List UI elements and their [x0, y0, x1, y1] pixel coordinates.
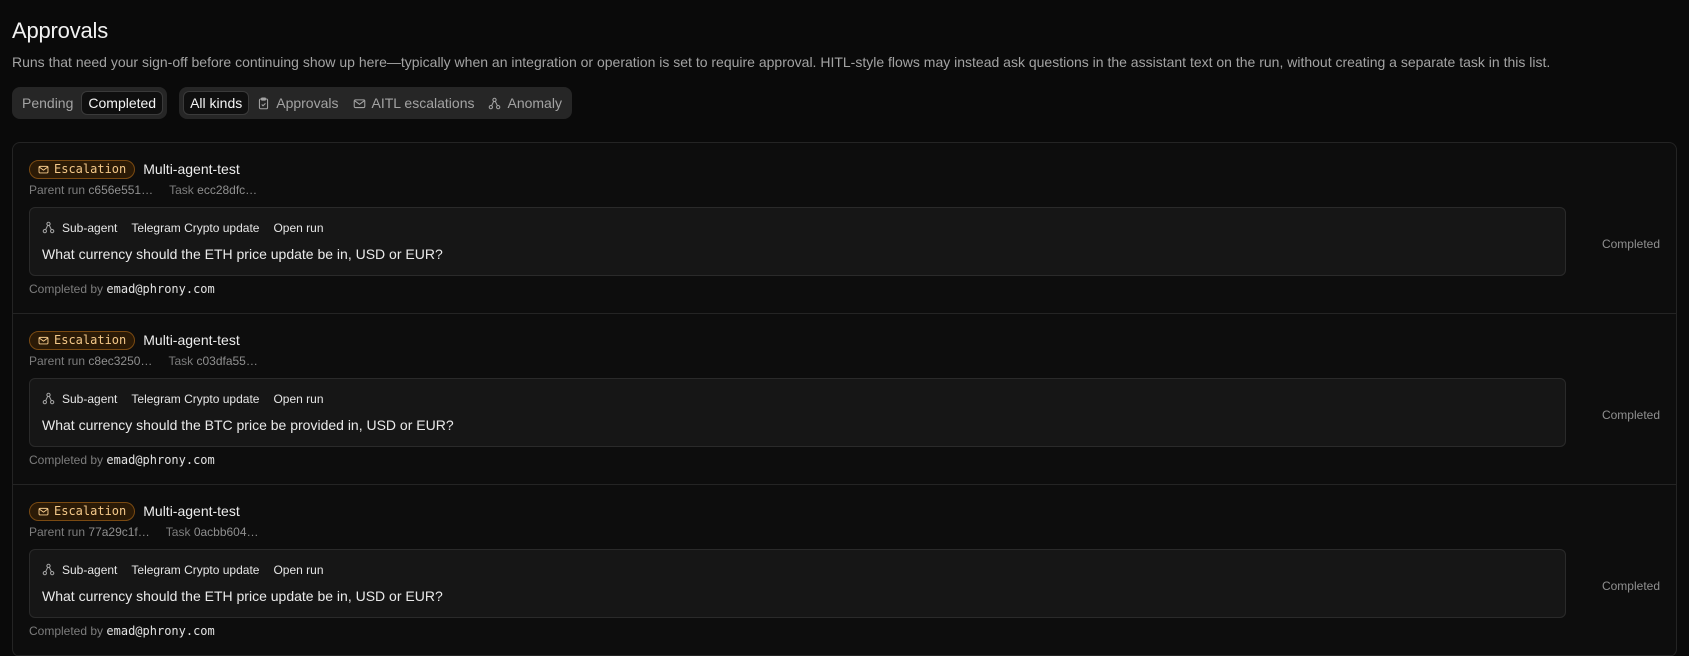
badge-label: Escalation [54, 333, 127, 347]
list-item: Escalation Multi-agent-test Parent run 7… [13, 485, 1676, 656]
item-header: Escalation Multi-agent-test [29, 159, 1566, 179]
status-text: Completed [1601, 579, 1660, 593]
completed-by: Completed by emad@phrony.com [29, 282, 1566, 296]
escalation-badge: Escalation [29, 159, 136, 179]
workflow-name: Multi-agent-test [143, 503, 240, 519]
parent-run-id: 77a29c1f… [88, 525, 150, 539]
card-header: Sub-agent Telegram Crypto update Open ru… [42, 219, 1553, 236]
sub-agent-label: Sub-agent [62, 391, 118, 406]
card-header: Sub-agent Telegram Crypto update Open ru… [42, 561, 1553, 578]
completed-by-user: emad@phrony.com [106, 624, 215, 638]
status-text: Completed [1601, 408, 1660, 422]
sub-agent-tag: Sub-agent [42, 392, 117, 406]
completed-by-label: Completed by [29, 624, 104, 638]
task-id: Task 0acbb604… [166, 525, 259, 541]
parent-run: Parent run c8ec3250… [29, 354, 152, 370]
task-id: Task ecc28dfc… [169, 183, 257, 199]
item-header: Escalation Multi-agent-test [29, 330, 1566, 350]
sub-agent-tag: Sub-agent [42, 563, 117, 577]
network-icon [42, 392, 55, 405]
sub-agent-label: Sub-agent [62, 562, 118, 577]
sub-agent-tag: Sub-agent [42, 221, 117, 235]
page-title: Approvals [12, 18, 109, 43]
completed-by: Completed by emad@phrony.com [29, 624, 1566, 638]
item-main: Escalation Multi-agent-test Parent run 7… [29, 501, 1566, 638]
task-label: Task [165, 525, 191, 539]
kind-filter: All kinds Approvals AITL escalations Ano… [179, 87, 572, 119]
completed-by-label: Completed by [29, 282, 104, 296]
sub-agent-name: Telegram Crypto update [131, 562, 260, 577]
tab-anomaly[interactable]: Anomaly [482, 91, 567, 115]
network-icon [488, 97, 501, 110]
network-icon [42, 221, 55, 234]
network-icon [42, 563, 55, 576]
parent-run-label: Parent run [29, 183, 86, 197]
completed-by-label: Completed by [29, 453, 104, 467]
item-header: Escalation Multi-agent-test [29, 501, 1566, 521]
parent-run: Parent run 77a29c1f… [29, 525, 150, 541]
question-text: What currency should the BTC price be pr… [42, 417, 454, 433]
run-meta: Parent run c8ec3250… Task c03dfa55… [29, 354, 1566, 370]
sub-agent-name: Telegram Crypto update [131, 220, 260, 235]
parent-run-label: Parent run [29, 525, 86, 539]
page-description: Runs that need your sign-off before cont… [12, 54, 1551, 70]
task-id: Task c03dfa55… [168, 354, 257, 370]
run-meta: Parent run 77a29c1f… Task 0acbb604… [29, 525, 1566, 541]
parent-run-id: c656e551… [88, 183, 154, 197]
sub-agent-name: Telegram Crypto update [131, 391, 260, 406]
list-item: Escalation Multi-agent-test Parent run c… [13, 314, 1676, 485]
completed-by: Completed by emad@phrony.com [29, 453, 1566, 467]
tab-all-kinds-label: All kinds [190, 95, 243, 111]
tab-aitl-label: AITL escalations [371, 95, 475, 111]
mail-icon [353, 97, 366, 110]
item-main: Escalation Multi-agent-test Parent run c… [29, 159, 1566, 296]
question-card: Sub-agent Telegram Crypto update Open ru… [29, 549, 1566, 618]
question-card: Sub-agent Telegram Crypto update Open ru… [29, 378, 1566, 447]
mail-icon [38, 165, 49, 173]
task-id-value: c03dfa55… [196, 354, 258, 368]
run-meta: Parent run c656e551… Task ecc28dfc… [29, 183, 1566, 199]
completed-by-user: emad@phrony.com [106, 282, 215, 296]
task-id-value: 0acbb604… [193, 525, 259, 539]
approvals-list: Escalation Multi-agent-test Parent run c… [12, 142, 1677, 656]
workflow-name: Multi-agent-test [143, 332, 240, 348]
badge-label: Escalation [54, 162, 127, 176]
tab-anomaly-label: Anomaly [507, 95, 562, 111]
mail-icon [38, 336, 49, 344]
tab-all-kinds[interactable]: All kinds [183, 91, 250, 115]
card-header: Sub-agent Telegram Crypto update Open ru… [42, 390, 1553, 407]
tab-aitl-escalations[interactable]: AITL escalations [347, 91, 481, 115]
parent-run-label: Parent run [29, 354, 86, 368]
filter-toolbar: Pending Completed All kinds Approvals AI… [12, 87, 1677, 119]
badge-label: Escalation [54, 504, 127, 518]
status-filter: Pending Completed [12, 87, 168, 119]
tab-approvals-label: Approvals [276, 95, 339, 111]
question-card: Sub-agent Telegram Crypto update Open ru… [29, 207, 1566, 276]
task-label: Task [168, 354, 194, 368]
sub-agent-label: Sub-agent [62, 220, 118, 235]
item-main: Escalation Multi-agent-test Parent run c… [29, 330, 1566, 467]
task-label: Task [169, 183, 194, 197]
question-text: What currency should the ETH price updat… [42, 588, 443, 604]
escalation-badge: Escalation [29, 330, 136, 350]
mail-icon [38, 507, 49, 515]
status-text: Completed [1601, 237, 1660, 251]
tab-completed[interactable]: Completed [81, 91, 164, 115]
task-id-value: ecc28dfc… [197, 183, 258, 197]
parent-run: Parent run c656e551… [29, 183, 153, 199]
list-item: Escalation Multi-agent-test Parent run c… [13, 143, 1676, 314]
open-run-link[interactable]: Open run [273, 392, 323, 406]
tab-approvals[interactable]: Approvals [251, 91, 344, 115]
open-run-link[interactable]: Open run [273, 221, 323, 235]
tab-pending[interactable]: Pending [16, 91, 79, 115]
workflow-name: Multi-agent-test [143, 161, 240, 177]
approvals-page: Approvals Runs that need your sign-off b… [0, 0, 1689, 656]
escalation-badge: Escalation [29, 501, 136, 521]
parent-run-id: c8ec3250… [88, 354, 153, 368]
open-run-link[interactable]: Open run [273, 563, 323, 577]
question-text: What currency should the ETH price updat… [42, 246, 443, 262]
completed-by-user: emad@phrony.com [106, 453, 215, 467]
clipboard-check-icon [257, 96, 270, 110]
